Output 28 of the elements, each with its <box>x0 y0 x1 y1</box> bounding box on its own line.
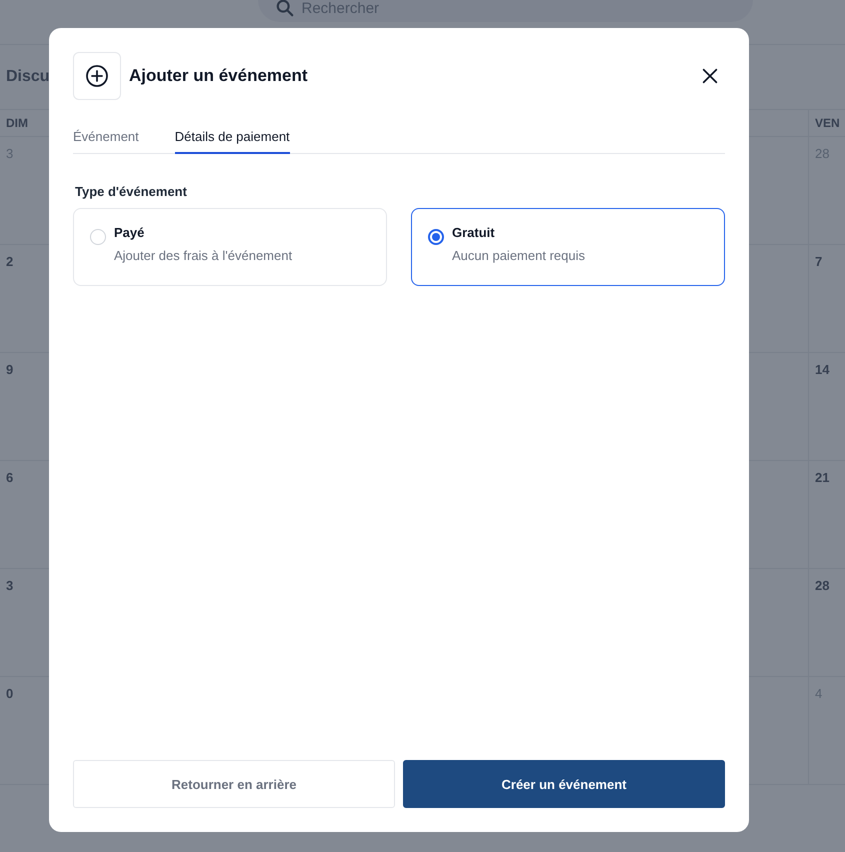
search-icon <box>276 0 294 17</box>
back-button[interactable]: Retourner en arrière <box>73 760 395 808</box>
radio-button[interactable] <box>428 229 444 245</box>
day-number: 9 <box>6 362 14 377</box>
day-number: 21 <box>815 470 830 485</box>
tab[interactable]: Détails de paiement <box>174 129 290 154</box>
option-title: Gratuit <box>452 225 495 240</box>
option-description: Aucun paiement requis <box>452 248 585 263</box>
dialog-title: Ajouter un événement <box>129 66 309 86</box>
day-number: 28 <box>815 578 830 593</box>
day-number: 3 <box>6 578 14 593</box>
page-heading: Discu <box>6 68 50 86</box>
plus-circle-icon <box>85 64 109 88</box>
day-number: 7 <box>815 254 822 269</box>
field-label: Type d'événement <box>75 184 188 199</box>
day-number: 14 <box>815 362 830 377</box>
day-number: 0 <box>6 686 14 701</box>
option-description: Ajouter des frais à l'événement <box>114 248 292 263</box>
create-button[interactable]: Créer un événement <box>403 760 725 808</box>
weekday-header: VEN <box>808 109 845 137</box>
day-number: 6 <box>6 470 14 485</box>
option-title: Payé <box>114 225 144 240</box>
tab[interactable]: Événement <box>73 129 139 154</box>
day-number: 2 <box>6 254 14 269</box>
radio-option-card[interactable]: Gratuit Aucun paiement requis <box>411 208 725 286</box>
close-icon <box>701 67 719 85</box>
radio-option-card[interactable]: Payé Ajouter des frais à l'événement <box>73 208 387 286</box>
weekday-header: DIM <box>0 109 48 137</box>
